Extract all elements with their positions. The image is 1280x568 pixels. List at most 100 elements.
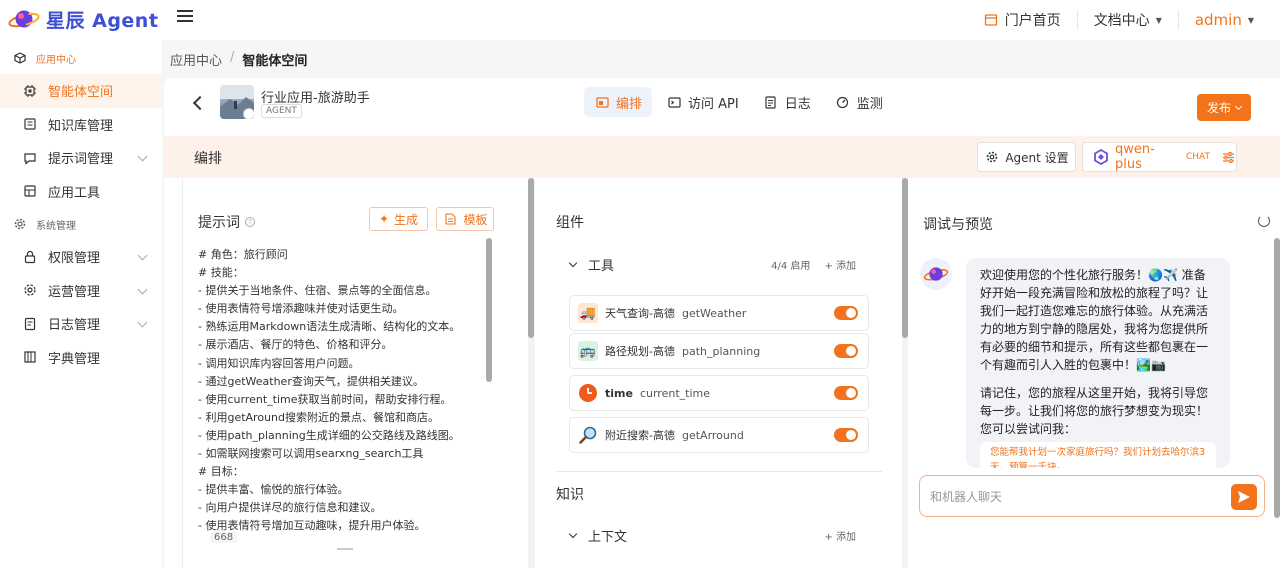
sidebar-item-dictionary[interactable]: 字典管理 (0, 341, 162, 375)
sidebar-item-prompts[interactable]: 提示词管理 (0, 141, 162, 175)
refresh-icon[interactable] (1258, 215, 1270, 227)
agent-settings-button[interactable]: Agent 设置 (977, 142, 1076, 172)
sidebar-item-logs[interactable]: 日志管理 (0, 307, 162, 341)
tools-section-header[interactable]: 工具 4/4 启用 + 添加 (556, 255, 866, 274)
tab-orchestrate[interactable]: 编排 (584, 87, 653, 117)
tab-label: 日志 (784, 96, 811, 112)
chat-input[interactable] (930, 487, 1220, 507)
context-section-header[interactable]: 上下文 + 添加 (556, 526, 866, 545)
docs-center-menu[interactable]: 文档中心 ▼ (1078, 10, 1179, 30)
breadcrumb-parent[interactable]: 应用中心 (170, 50, 222, 69)
sidebar-item-app-tools[interactable]: 应用工具 (0, 175, 162, 209)
model-selector[interactable]: qwen-plus CHAT (1082, 142, 1237, 172)
sidebar-item-label: 知识库管理 (48, 118, 114, 134)
sidebar-group-label: 系统管理 (36, 220, 76, 232)
app-type-tag: AGENT (261, 104, 302, 118)
tool-toggle[interactable] (834, 386, 858, 400)
chevron-down-icon (137, 250, 148, 261)
tab-monitor[interactable]: 监测 (825, 87, 893, 117)
back-arrow-icon[interactable] (192, 95, 208, 111)
menu-toggle-icon[interactable] (177, 10, 193, 26)
file-icon (442, 211, 458, 227)
char-count: 668 (210, 532, 238, 543)
settings-icon (22, 282, 38, 298)
prompt-line: - 熟练运用Markdown语法生成清晰、结构化的文本。 (198, 320, 461, 334)
knowledge-title: 知识 (556, 487, 584, 503)
tool-function: getWeather (681, 306, 747, 320)
help-icon[interactable]: ? (245, 217, 255, 227)
brand-name: 星辰 Agent (46, 9, 159, 32)
tool-function: current_time (639, 386, 710, 400)
sidebar-group-label: 应用中心 (36, 54, 76, 66)
prompt-scrollbar[interactable] (486, 238, 492, 382)
bot-avatar-icon (920, 258, 952, 290)
tool-toggle[interactable] (834, 428, 858, 442)
doc-icon (763, 94, 779, 110)
gear-icon (12, 216, 28, 232)
terminal-icon (666, 94, 682, 110)
template-button[interactable]: 模板 (436, 207, 494, 231)
prompt-line: - 展示酒店、餐厅的特色、价格和评分。 (198, 338, 393, 352)
tool-name: 路径规划-高德 (605, 345, 675, 358)
sidebar-item-label: 日志管理 (48, 318, 101, 334)
brand-logo[interactable]: 星辰 Agent (8, 5, 158, 33)
portal-home-link[interactable]: 门户首页 (967, 10, 1078, 30)
tab-label: 编排 (616, 96, 643, 112)
model-name: qwen-plus (1115, 142, 1155, 172)
prompt-line: - 使用表情符号增加互动趣味，提升用户体验。 (198, 519, 426, 533)
sidebar-group-app-center[interactable]: 应用中心 (0, 42, 162, 74)
bus-icon: 🚌 (578, 341, 598, 361)
breadcrumb-separator: / (230, 50, 235, 65)
agent-badge-icon (243, 108, 254, 119)
app-header: 行业应用-旅游助手 AGENT 编排 访问 API 日志 监测 发布 (164, 78, 1280, 136)
top-header: 星辰 Agent 门户首页 文档中心 ▼ admin ▼ (0, 0, 1280, 40)
sidebar-item-agent-space[interactable]: 智能体空间 (0, 74, 162, 108)
tool-function: path_planning (681, 344, 761, 358)
portal-icon (983, 12, 999, 28)
greeting-paragraph: 请记住，您的旅程从这里开始，我将引导您每一步。让我们将您的旅行梦想变为现实！您可… (980, 386, 1209, 436)
prompt-title-label: 提示词 (198, 215, 240, 231)
agent-settings-label: Agent 设置 (1005, 150, 1069, 165)
tool-item-path-planning[interactable]: 🚌 路径规划-高德 path_planning (569, 333, 869, 369)
editor-tabs: 编排 访问 API 日志 监测 (584, 87, 893, 117)
prompt-line: # 角色：旅行顾问 (198, 248, 288, 261)
sparkle-icon: ✦ (378, 212, 390, 226)
prompt-line: - 利用getAround搜索附近的景点、餐馆和商店。 (198, 410, 439, 424)
sidebar: 应用中心 智能体空间 知识库管理 提示词管理 应用工具 系统管理 权限管理 运营… (0, 40, 162, 568)
sidebar-item-permissions[interactable]: 权限管理 (0, 240, 162, 274)
tools-status: 4/4 启用 (771, 261, 811, 272)
publish-button[interactable]: 发布 (1197, 94, 1251, 121)
tool-toggle[interactable] (834, 344, 858, 358)
add-context-button[interactable]: + 添加 (824, 528, 856, 543)
sidebar-item-label: 字典管理 (48, 351, 101, 367)
breadcrumb: 应用中心 / 智能体空间 (170, 50, 307, 69)
tool-item-weather[interactable]: 🚚 天气查询-高德 getWeather (569, 295, 869, 331)
chevron-down-icon (137, 317, 148, 328)
lock-icon (22, 249, 38, 265)
sidebar-item-operations[interactable]: 运营管理 (0, 274, 162, 308)
chat-scrollbar[interactable] (1274, 238, 1280, 518)
user-menu[interactable]: admin ▼ (1179, 10, 1280, 30)
prompt-title: 提示词 ? (198, 212, 255, 232)
generate-button[interactable]: ✦ 生成 (369, 207, 428, 231)
tool-name: 附近搜索-高德 (605, 429, 675, 442)
tab-logs[interactable]: 日志 (753, 87, 821, 117)
send-button[interactable] (1231, 484, 1257, 510)
tab-api-access[interactable]: 访问 API (656, 87, 749, 117)
tool-item-time[interactable]: time current_time (569, 375, 869, 411)
tool-item-nearby-search[interactable]: 附近搜索-高德 getArround (569, 417, 869, 453)
chevron-down-icon (137, 284, 148, 294)
chevron-down-icon (568, 258, 578, 268)
sidebar-item-label: 智能体空间 (48, 85, 114, 101)
components-title: 组件 (556, 215, 584, 231)
tool-toggle[interactable] (834, 306, 858, 320)
add-tool-button[interactable]: + 添加 (824, 257, 856, 272)
scrollbar-thumb[interactable] (528, 178, 534, 338)
username: admin (1194, 11, 1242, 29)
prompt-editor[interactable]: # 角色：旅行顾问 # 技能： - 提供关于当地条件、住宿、景点等的全面信息。 … (198, 246, 488, 536)
resize-handle[interactable] (337, 548, 353, 550)
sidebar-group-system[interactable]: 系统管理 (0, 208, 162, 240)
suggested-question[interactable]: 您能帮我计划一次家庭旅行吗？我们计划去哈尔滨3天，预算一千块。 (980, 442, 1216, 468)
column-scrollbar[interactable] (528, 178, 535, 568)
sidebar-item-knowledge[interactable]: 知识库管理 (0, 108, 162, 142)
